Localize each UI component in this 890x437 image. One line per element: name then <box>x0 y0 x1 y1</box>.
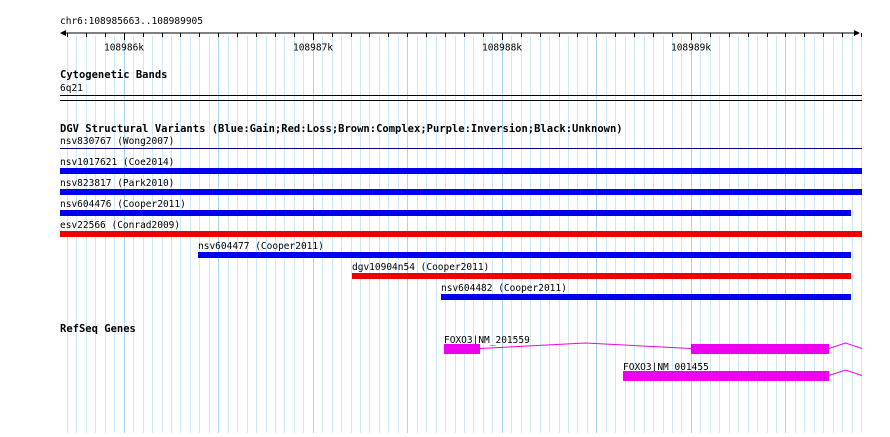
dgv-feature-bar[interactable] <box>198 252 851 258</box>
dgv-feature-label[interactable]: dgv10904n54 (Cooper2011) <box>352 262 489 273</box>
genome-browser-view: chr6:108985663..108989905 108986k 108987k… <box>0 0 890 433</box>
ruler-right-arrow-icon[interactable] <box>854 30 860 36</box>
dgv-feature-label[interactable]: nsv604476 (Cooper2011) <box>60 199 186 210</box>
dgv-feature[interactable]: nsv604482 (Cooper2011) <box>441 283 851 300</box>
gene-exon[interactable] <box>623 371 829 381</box>
ruler-tick-label: 108987k <box>293 42 333 53</box>
dgv-feature-label[interactable]: nsv1017621 (Coe2014) <box>60 157 174 168</box>
ruler-tick-label: 108986k <box>104 42 144 53</box>
gene-exon[interactable] <box>444 344 480 354</box>
track-canvas: chr6:108985663..108989905 108986k 108987k… <box>60 16 863 433</box>
dgv-feature-bar[interactable] <box>60 168 862 174</box>
dgv-feature-label[interactable]: esv22566 (Conrad2009) <box>60 220 180 231</box>
dgv-feature-bar[interactable] <box>60 210 851 216</box>
ruler-tick-label: 108988k <box>482 42 522 53</box>
dgv-feature-label[interactable]: nsv823817 (Park2010) <box>60 178 174 189</box>
dgv-feature-label[interactable]: nsv604477 (Cooper2011) <box>198 241 324 252</box>
refseq-gene[interactable]: FOXO3|NM_001455 <box>623 362 863 381</box>
dgv-feature-label[interactable]: nsv604482 (Cooper2011) <box>441 283 567 294</box>
dgv-track-title: DGV Structural Variants (Blue:Gain;Red:L… <box>60 123 623 135</box>
dgv-feature-label[interactable]: nsv830767 (Wong2007) <box>60 136 174 147</box>
ruler-left-arrow-icon[interactable] <box>60 30 66 36</box>
ruler-tick-label: 108989k <box>671 42 711 53</box>
dgv-feature-bar[interactable] <box>60 189 862 195</box>
gene-exon[interactable] <box>691 344 829 354</box>
dgv-feature-bar[interactable] <box>441 294 851 300</box>
location-label: chr6:108985663..108989905 <box>60 16 203 27</box>
dgv-feature[interactable]: nsv604477 (Cooper2011) <box>198 241 851 258</box>
cytoband-label[interactable]: 6q21 <box>60 83 83 94</box>
refseq-track-title: RefSeq Genes <box>60 323 136 335</box>
dgv-feature-bar[interactable] <box>352 273 851 279</box>
cytoband-track-title: Cytogenetic Bands <box>60 69 167 81</box>
dgv-feature-bar[interactable] <box>60 231 862 237</box>
